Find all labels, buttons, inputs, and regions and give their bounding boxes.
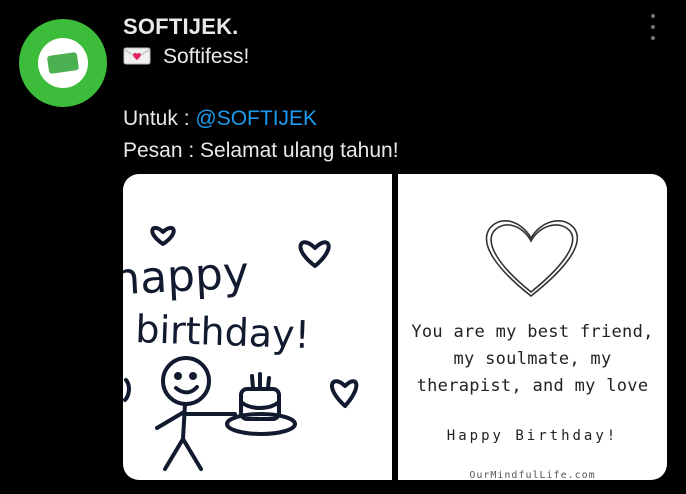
to-label: Untuk :	[123, 107, 196, 130]
birthday-text: birthday!	[135, 307, 311, 357]
mention-link[interactable]: @SOFTIJEK	[195, 107, 317, 130]
softijek-logo-icon	[38, 38, 88, 88]
tweet-message-line: Pesan : Selamat ulang tahun!	[123, 139, 399, 162]
card-line-2: my soulmate, my	[453, 349, 612, 369]
more-vertical-icon[interactable]	[646, 14, 660, 40]
card-line-1: You are my best friend,	[411, 322, 654, 342]
avatar[interactable]	[19, 19, 107, 107]
tweet-title: Softifess!	[163, 45, 250, 68]
birthday-card-image[interactable]: You are my best friend, my soulmate, my …	[398, 174, 667, 480]
card-line-4: Happy Birthday!	[446, 428, 619, 444]
card-watermark: OurMindfulLife.com	[469, 470, 596, 480]
author-name[interactable]: SOFTIJEK.	[123, 14, 239, 40]
love-letter-icon	[123, 46, 151, 72]
tweet-to-line: Untuk : @SOFTIJEK	[123, 107, 317, 131]
birthday-drawing-image[interactable]: happy birthday!	[123, 174, 392, 480]
happy-text: happy	[123, 247, 250, 305]
card-line-3: therapist, and my love	[416, 376, 649, 396]
tweet-title-line: Softifess!	[123, 45, 249, 72]
media-grid[interactable]: happy birthday! You are my best friend, …	[123, 174, 667, 480]
birthday-drawing: happy birthday!	[123, 225, 359, 471]
